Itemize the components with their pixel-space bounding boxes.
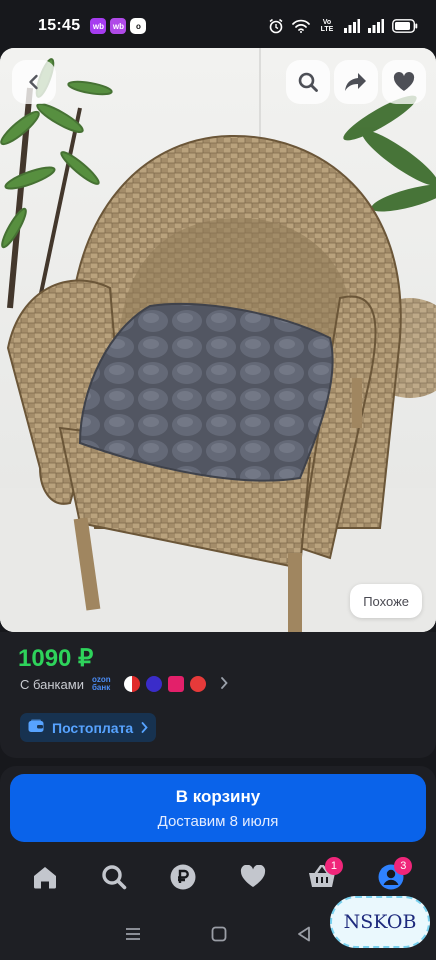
wifi-icon: [292, 19, 310, 33]
bank-offers-row[interactable]: С банками ozon банк: [20, 676, 228, 692]
home-square-icon[interactable]: [211, 926, 227, 947]
chevron-left-icon: [25, 73, 43, 91]
postpay-label: Постоплата: [52, 719, 134, 736]
profile-badge: 3: [394, 857, 413, 875]
delivery-date-label: Доставим 8 июля: [157, 812, 279, 830]
product-price: 1090 ₽: [18, 645, 94, 672]
home-icon: [32, 865, 58, 894]
nav-finance[interactable]: [163, 859, 203, 899]
signal-icon: [368, 19, 384, 33]
back-triangle-icon[interactable]: [297, 926, 311, 947]
ozon-bank-logo: ozon банк: [91, 675, 111, 692]
status-bar: 15:45 wb wb o Vo LTE: [0, 0, 436, 52]
bank-logo: [123, 676, 140, 692]
back-button[interactable]: [12, 60, 56, 104]
alarm-icon: [268, 18, 284, 34]
nav-cart[interactable]: 1: [302, 857, 343, 899]
postpay-button[interactable]: Постоплата: [20, 713, 157, 742]
favorite-button[interactable]: [382, 60, 426, 104]
add-to-cart-label: В корзину: [175, 786, 261, 806]
banks-label: С банками: [20, 676, 84, 692]
share-button[interactable]: [334, 60, 378, 104]
similar-button[interactable]: Похоже: [350, 584, 422, 618]
bank-logo: [189, 676, 206, 692]
heart-icon: [393, 72, 415, 92]
signal-icon: [344, 19, 360, 33]
nav-profile[interactable]: 3: [371, 857, 413, 899]
chevron-right-icon: [220, 676, 228, 692]
price-card: 1090 ₽ С банками ozon банк Постоплата: [0, 632, 436, 758]
menu-icon[interactable]: [125, 927, 141, 946]
battery-icon: [392, 19, 418, 33]
wildberries-app-icon: wb: [90, 18, 107, 34]
heart-icon: [240, 864, 266, 893]
cart-badge: 1: [324, 857, 343, 875]
bank-logo: [167, 676, 184, 692]
ozon-app-icon: o: [130, 18, 147, 34]
chevron-right-icon: [141, 720, 148, 736]
volte-label: Vo LTE: [320, 19, 334, 33]
nav-home[interactable]: [25, 859, 65, 899]
search-button[interactable]: [286, 60, 330, 104]
product-image[interactable]: Похоже: [0, 48, 436, 632]
wildberries-app-icon: wb: [110, 18, 127, 34]
share-icon: [344, 71, 368, 93]
wallet-icon: [28, 719, 44, 736]
search-icon: [297, 71, 319, 93]
bank-logo: [145, 676, 162, 692]
status-app-icons: wb wb o: [90, 18, 147, 34]
nav-search[interactable]: [94, 859, 134, 899]
nav-favorites[interactable]: [233, 859, 273, 899]
search-icon: [101, 864, 127, 895]
wicker-chair-photo: [0, 48, 436, 632]
nskob-watermark: NSKOB: [330, 896, 430, 948]
add-to-cart-button[interactable]: В корзину Доставим 8 июля: [10, 774, 426, 842]
status-time: 15:45: [38, 17, 81, 34]
ruble-icon: [170, 864, 196, 895]
